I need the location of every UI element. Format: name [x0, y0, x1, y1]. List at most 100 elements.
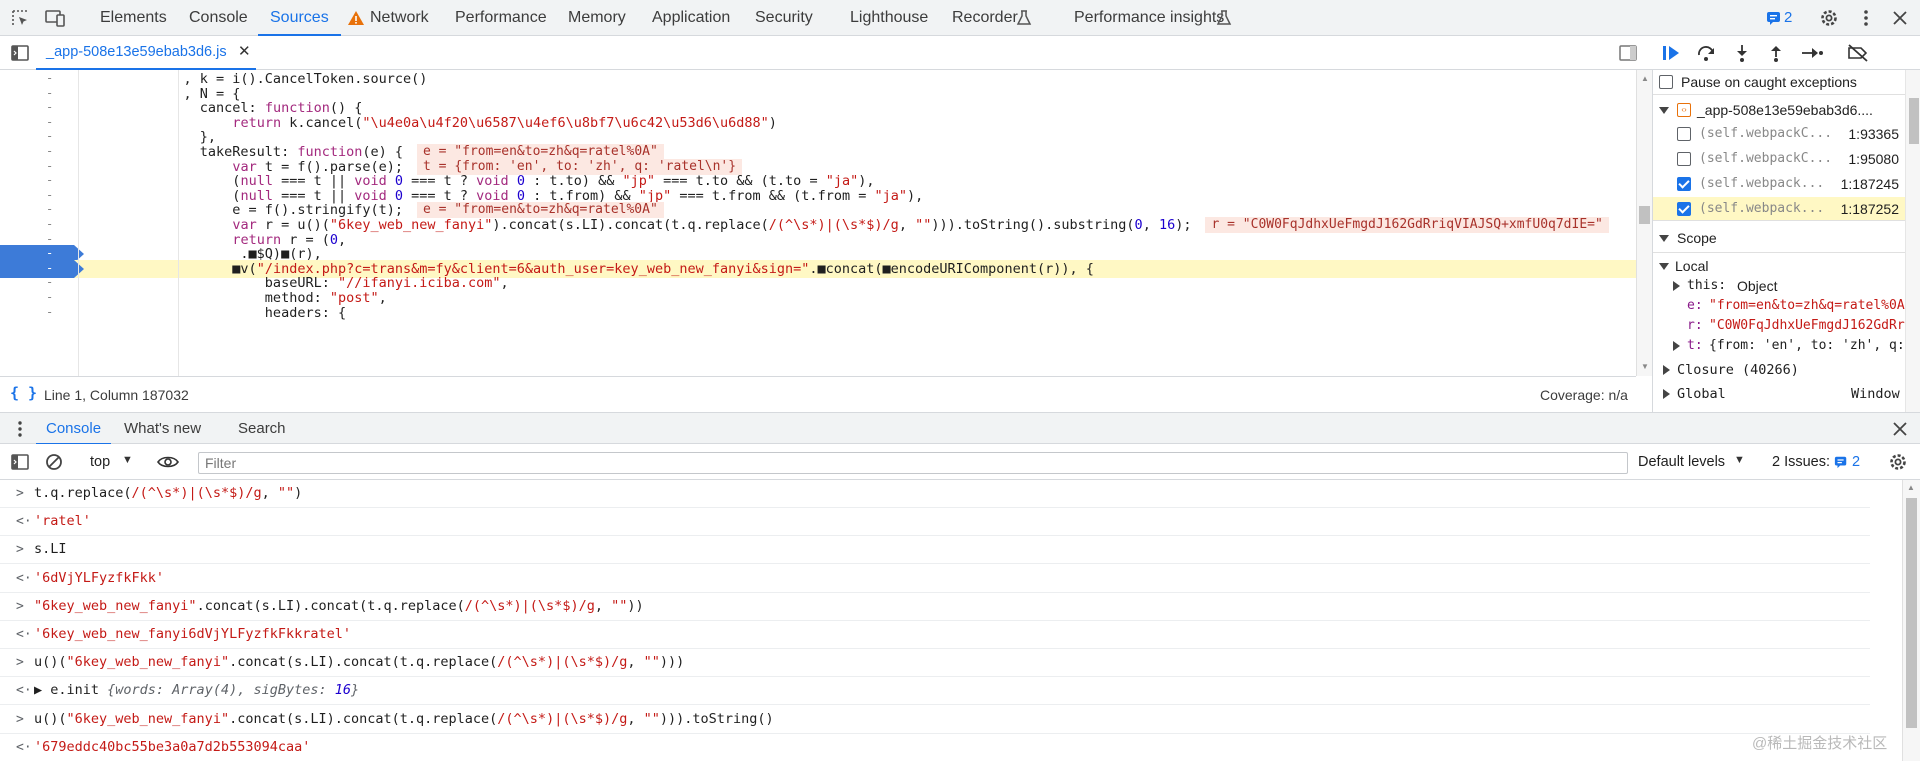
console-token: "6key_web_new_fanyi" [34, 597, 197, 614]
breakpoint-checkbox[interactable] [1677, 202, 1691, 216]
collapse-triangle-icon[interactable] [1659, 235, 1669, 242]
console-input-row[interactable]: > u()("6key_web_new_fanyi".concat(s.LI).c… [0, 706, 1870, 734]
console-sidebar-icon[interactable] [10, 452, 30, 472]
tab-performance-insights[interactable]: Performance insights [1074, 0, 1224, 36]
breakpoint-checkbox[interactable] [1677, 152, 1691, 166]
code-editor[interactable]: - , k = i().CancelToken.source() - , N = … [0, 70, 1636, 376]
breakpoint-file[interactable]: ‹› _app-508e13e59ebab3d6.... [1653, 98, 1920, 122]
console-input-row[interactable]: > "6key_web_new_fanyi".concat(s.LI).conca… [0, 593, 1870, 621]
device-toolbar-icon[interactable] [44, 8, 65, 28]
console-scrollbar[interactable]: ▲ [1902, 480, 1920, 761]
toggle-debugger-sidebar-icon[interactable] [1618, 43, 1638, 63]
expand-triangle-icon[interactable] [1663, 365, 1670, 375]
tab-performance[interactable]: Performance [455, 0, 547, 36]
tab-elements[interactable]: Elements [100, 0, 167, 36]
tab-lighthouse[interactable]: Lighthouse [850, 0, 928, 36]
inspect-element-icon[interactable] [10, 8, 30, 28]
sidebar-scrollbar[interactable] [1905, 70, 1920, 412]
tab-network[interactable]: Network [370, 0, 429, 36]
tab-memory[interactable]: Memory [568, 0, 626, 36]
tab-security[interactable]: Security [755, 0, 813, 36]
tab-recorder[interactable]: Recorder [952, 0, 1018, 36]
scope-var-r[interactable]: r: "C0W0FqJdhxUeFmgdJ162GdRriqVIAJSQ+xmf… [1653, 316, 1920, 336]
collapse-triangle-icon[interactable] [1659, 263, 1669, 270]
code-scrollbar[interactable]: ▲ ▼ [1636, 70, 1652, 376]
console-settings-gear-icon[interactable] [1888, 452, 1908, 472]
console-result-row[interactable]: <· '6key_web_new_fanyi6dVjYLFyzfkFkkratel… [0, 621, 1870, 649]
js-file-icon: ‹› [1677, 103, 1691, 117]
console-input-row[interactable]: > u()("6key_web_new_fanyi".concat(s.LI).c… [0, 649, 1870, 678]
var-name: this: [1687, 278, 1727, 293]
close-devtools-icon[interactable] [1890, 8, 1910, 28]
console-issues-label[interactable]: 2 Issues: [1772, 454, 1830, 470]
console-token: "" [611, 597, 628, 614]
clear-console-icon[interactable] [44, 452, 64, 472]
console-issues-count[interactable]: 2 [1852, 454, 1860, 470]
settings-gear-icon[interactable] [1819, 8, 1839, 28]
step-over-icon[interactable] [1696, 43, 1716, 63]
deactivate-breakpoints-icon[interactable] [1846, 43, 1870, 63]
close-tab-icon[interactable]: ✕ [238, 42, 251, 60]
console-input-row[interactable]: > t.q.replace(/(^\s*)|(\s*$)/g, "") [0, 480, 1870, 508]
global-scope[interactable]: Global Window [1653, 382, 1920, 406]
drawer-tab-console[interactable]: Console [35, 413, 112, 445]
console-input-row[interactable]: > s.LI [0, 536, 1870, 565]
scope-var-t[interactable]: t: {from: 'en', to: 'zh', q: 'ratel\n'} [1653, 336, 1920, 356]
context-selector[interactable]: top ▼ [78, 444, 148, 480]
close-drawer-icon[interactable] [1890, 419, 1910, 439]
console-token: .concat(s.LI).concat(t.q.replace( [196, 597, 465, 614]
console-output[interactable]: > t.q.replace(/(^\s*)|(\s*$)/g, "") <·'rat… [0, 480, 1902, 761]
closure-scope[interactable]: Closure (40266) [1653, 358, 1920, 382]
console-filter-input[interactable] [198, 452, 1628, 474]
expand-triangle-icon[interactable] [1663, 389, 1670, 399]
breakpoint-item[interactable]: (self.webpackC... 1:95080 [1653, 147, 1920, 171]
console-result-row[interactable]: <· ▶ e.init {words: Array(4), sigBytes: 1… [0, 677, 1870, 706]
console-toolbar: top ▼ Default levels ▼ 2 Issues: 2 [0, 444, 1920, 480]
resume-execution-icon[interactable] [1660, 43, 1680, 63]
issues-count[interactable]: 2 [1784, 0, 1792, 36]
breakpoint-label: (self.webpackC... [1699, 126, 1833, 141]
breakpoint-checkbox[interactable] [1677, 127, 1691, 141]
tab-application[interactable]: Application [652, 0, 730, 36]
scope-var-e[interactable]: e: "from=en&to=zh&q=ratel%0A" [1653, 296, 1920, 316]
pause-caught-checkbox[interactable] [1659, 75, 1673, 89]
drawer-menu-icon[interactable] [10, 419, 30, 439]
tab-sources[interactable]: Sources [258, 0, 341, 36]
gutter-mark: - [46, 85, 54, 100]
pause-caught-exceptions[interactable]: Pause on caught exceptions [1653, 70, 1920, 94]
toggle-navigator-icon[interactable] [10, 43, 30, 63]
scope-section-header[interactable]: Scope [1653, 226, 1920, 250]
coverage-status[interactable]: Coverage: n/a [1540, 387, 1628, 403]
console-result-row[interactable]: <· '679eddc40bc55be3a0a7d2b553094caa' [0, 734, 1870, 761]
pretty-print-icon[interactable]: { } [10, 384, 37, 402]
issues-icon[interactable] [1766, 10, 1782, 26]
log-levels-dropdown[interactable]: Default levels ▼ [1636, 444, 1746, 480]
live-expression-eye-icon[interactable] [156, 452, 180, 472]
expand-triangle-icon[interactable] [1659, 107, 1669, 114]
local-scope-header[interactable]: Local [1653, 254, 1920, 278]
source-file-tabs: _app-508e13e59ebab3d6.js ✕ [0, 36, 1920, 70]
drawer-tab-whats-new[interactable]: What's new [124, 413, 201, 445]
step-icon[interactable] [1800, 43, 1824, 63]
var-name: e: [1687, 298, 1703, 313]
expand-triangle-icon[interactable] [1673, 281, 1680, 291]
console-result-row[interactable]: <· '6dVjYLFyzfkFkk' [0, 565, 1870, 593]
step-into-icon[interactable] [1732, 43, 1752, 63]
file-tab[interactable]: _app-508e13e59ebab3d6.js ✕ [36, 36, 256, 70]
console-result-row[interactable]: <·'ratel' [0, 508, 1870, 537]
line-gutter[interactable]: - [0, 304, 74, 322]
gutter-mark: - [46, 100, 54, 115]
drawer-tab-search[interactable]: Search [238, 413, 286, 445]
breakpoint-item[interactable]: (self.webpack... 1:187245 [1653, 172, 1920, 196]
console-token: , [627, 710, 644, 727]
tab-console[interactable]: Console [189, 0, 248, 36]
more-options-icon[interactable] [1856, 8, 1876, 28]
expand-triangle-icon[interactable] [1673, 341, 1680, 351]
step-out-icon[interactable] [1766, 43, 1786, 63]
breakpoint-checkbox[interactable] [1677, 177, 1691, 191]
code-line[interactable]: - headers: { [0, 304, 1636, 322]
console-token: "" [643, 710, 660, 727]
scope-var-this[interactable]: this: Object [1653, 276, 1920, 296]
breakpoint-item[interactable]: (self.webpack... 1:187252 [1653, 197, 1920, 221]
breakpoint-item[interactable]: (self.webpackC... 1:93365 [1653, 122, 1920, 146]
